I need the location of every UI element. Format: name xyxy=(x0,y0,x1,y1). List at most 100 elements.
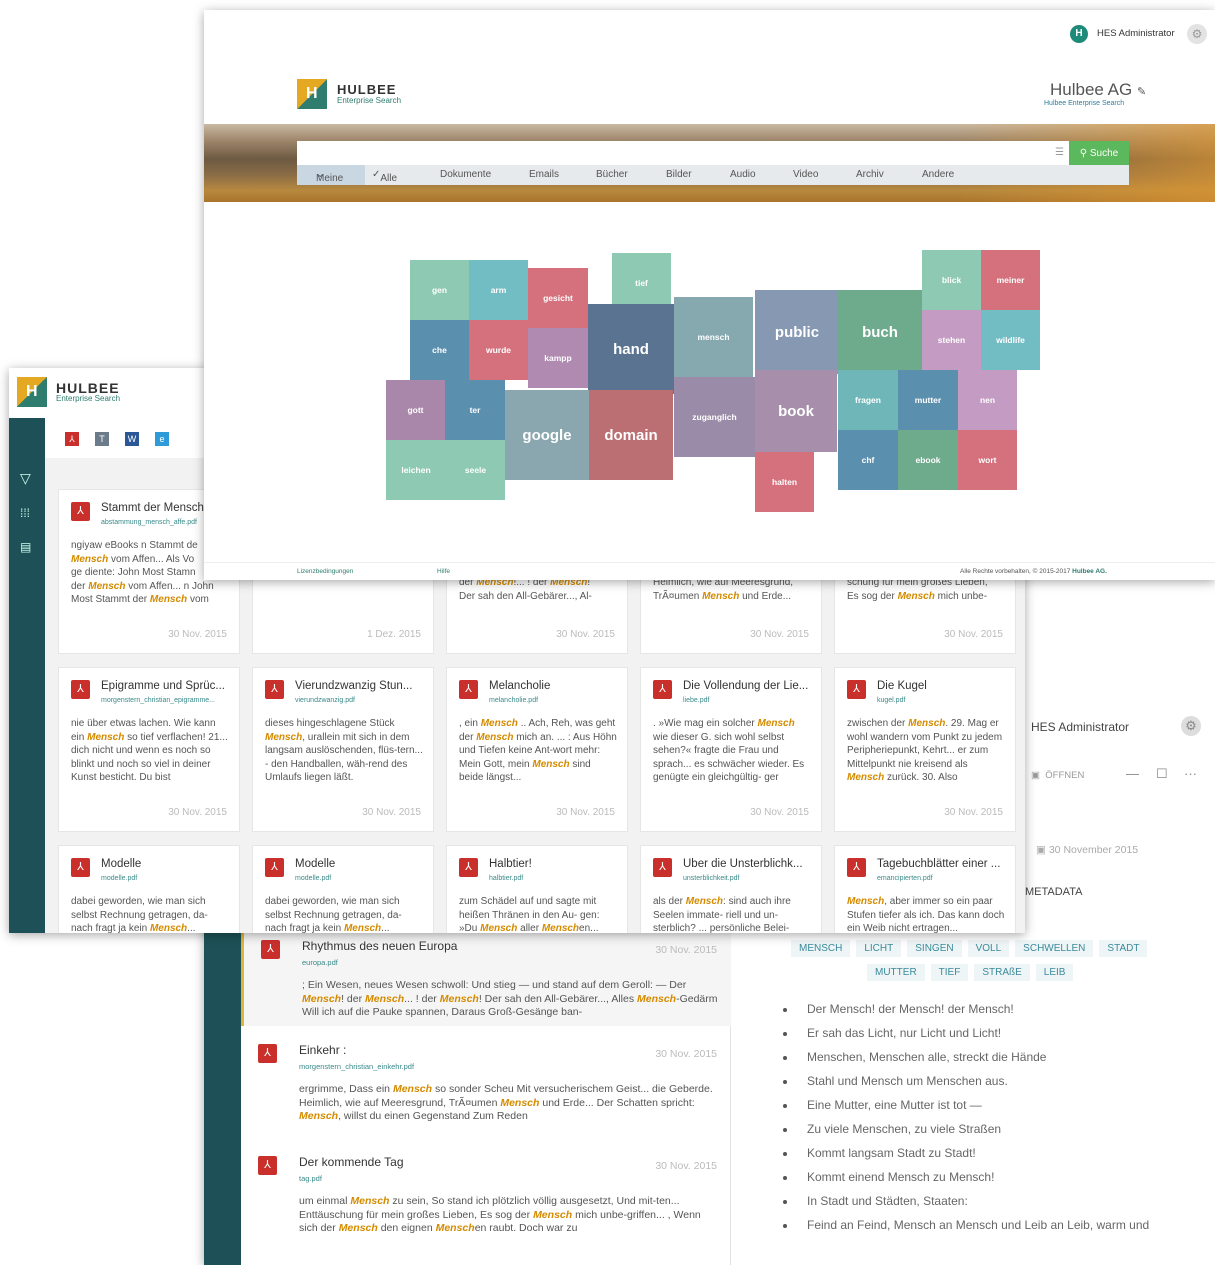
tag-tile[interactable]: wurde xyxy=(469,320,528,380)
user-name[interactable]: HES Administrator xyxy=(1031,720,1129,734)
grid-view-icon[interactable]: ⁞⁞⁞ xyxy=(20,506,30,520)
result-card[interactable]: ⅄ Die Kugel kugel.pdf zwischen der Mensc… xyxy=(834,667,1016,832)
card-file[interactable]: morgenstern_christian_epigramme... xyxy=(101,694,229,708)
list-item[interactable]: ⅄ Der kommende Tag tag.pdf um einmal Men… xyxy=(241,1146,731,1256)
filter-alle[interactable]: ✓ Alle xyxy=(372,169,397,184)
tag-tile[interactable]: che xyxy=(410,320,469,380)
result-card[interactable]: ⅄ Modelle modelle.pdf dabei geworden, wi… xyxy=(58,845,240,933)
tag-tile[interactable]: seele xyxy=(446,440,505,500)
tag-tile[interactable]: domain xyxy=(589,390,673,480)
filter-emails[interactable]: Emails xyxy=(529,169,559,180)
metadata-tag[interactable]: MUTTER xyxy=(867,964,925,981)
more-icon[interactable]: ··· xyxy=(1184,766,1197,781)
filter-video[interactable]: Video xyxy=(793,169,818,180)
list-item[interactable]: ⅄ Rhythmus des neuen Europa europa.pdf ;… xyxy=(241,930,731,1026)
card-date: 30 Nov. 2015 xyxy=(362,806,421,818)
tag-tile[interactable]: mutter xyxy=(898,370,958,430)
tag-tile[interactable]: halten xyxy=(755,452,814,512)
ebook-icon[interactable]: e xyxy=(155,432,169,446)
pdf-icon: ⅄ xyxy=(847,858,866,877)
tag-tile[interactable]: gesicht xyxy=(528,268,588,328)
result-card[interactable]: ⅄ Modelle modelle.pdf dabei geworden, wi… xyxy=(252,845,434,933)
tag-tile[interactable]: wort xyxy=(958,430,1017,490)
help-link[interactable]: Hilfe xyxy=(437,568,450,575)
filter-dokumente[interactable]: Dokumente xyxy=(440,169,491,180)
tag-tile[interactable]: mensch xyxy=(674,297,753,377)
company-name: Hulbee AG ✎ xyxy=(1050,80,1146,100)
metadata-tag[interactable]: LEIB xyxy=(1035,964,1074,981)
settings-icon[interactable]: ☰ xyxy=(1055,147,1064,158)
license-link[interactable]: Lizenzbedingungen xyxy=(297,568,353,575)
filter-bilder[interactable]: Bilder xyxy=(666,169,692,180)
result-card[interactable]: ⅄ Tagebuchblätter einer ... emancipierte… xyxy=(834,845,1016,933)
filter-andere[interactable]: Andere xyxy=(922,169,954,180)
gear-icon[interactable]: ⚙ xyxy=(1187,24,1207,44)
filter-icon[interactable]: ▽ xyxy=(20,470,31,487)
tag-tile[interactable]: chf xyxy=(838,430,898,490)
result-card[interactable]: ⅄ Halbtier! halbtier.pdf zum Schädel auf… xyxy=(446,845,628,933)
metadata-tag[interactable]: SINGEN xyxy=(907,940,962,957)
pdf-icon[interactable]: ⅄ xyxy=(65,432,79,446)
tag-tile[interactable]: hand xyxy=(588,304,674,394)
tag-tile[interactable]: buch xyxy=(838,290,922,374)
tag-tile[interactable]: fragen xyxy=(838,370,898,430)
tag-tile[interactable]: gen xyxy=(410,260,469,320)
tag-tile[interactable]: kampp xyxy=(528,328,588,388)
result-card[interactable]: ⅄ Epigramme und Sprüc... morgenstern_chr… xyxy=(58,667,240,832)
open-button[interactable]: ▣ ÖFFNEN xyxy=(1031,770,1084,781)
result-card[interactable]: ⅄ Vierundzwanzig Stun... vierundzwanzig.… xyxy=(252,667,434,832)
metadata-tag[interactable]: LICHT xyxy=(856,940,902,957)
tag-tile[interactable]: wildlife xyxy=(981,310,1040,370)
tag-tile[interactable]: ter xyxy=(445,380,505,440)
result-card[interactable]: ⅄ Die Vollendung der Lie... liebe.pdf . … xyxy=(640,667,822,832)
tag-tile[interactable]: stehen xyxy=(922,310,981,370)
tag-tile[interactable]: zuganglich xyxy=(674,377,755,457)
tag-tile[interactable]: meiner xyxy=(981,250,1040,310)
list-view-icon[interactable]: ▤ xyxy=(20,540,31,554)
avatar[interactable]: H xyxy=(1070,25,1088,43)
item-file[interactable]: morgenstern_christian_einkehr.pdf xyxy=(299,1060,719,1074)
metadata-tag[interactable]: MENSCH xyxy=(791,940,851,957)
result-card[interactable]: ⅄ Melancholie melancholie.pdf , ein Mens… xyxy=(446,667,628,832)
edit-icon[interactable]: ✎ xyxy=(1137,86,1146,98)
filter-meine[interactable]: Meine ⌄ xyxy=(316,169,343,184)
card-file[interactable]: liebe.pdf xyxy=(683,694,811,708)
gear-icon[interactable]: ⚙ xyxy=(1181,716,1201,736)
filter-buecher[interactable]: Bücher xyxy=(596,169,628,180)
filter-archiv[interactable]: Archiv xyxy=(856,169,884,180)
filter-audio[interactable]: Audio xyxy=(730,169,756,180)
card-file[interactable]: vierundzwanzig.pdf xyxy=(295,694,423,708)
card-file[interactable]: halbtier.pdf xyxy=(489,872,617,886)
card-file[interactable]: modelle.pdf xyxy=(101,872,229,886)
item-file[interactable]: tag.pdf xyxy=(299,1172,719,1186)
word-icon[interactable]: W xyxy=(125,432,139,446)
metadata-tag[interactable]: STRAßE xyxy=(974,964,1030,981)
user-name[interactable]: HES Administrator xyxy=(1097,28,1175,39)
search-button[interactable]: ⚲ Suche xyxy=(1069,141,1129,166)
metadata-tag[interactable]: SCHWELLEN xyxy=(1015,940,1094,957)
tag-tile[interactable]: blick xyxy=(922,250,981,310)
text-icon[interactable]: T xyxy=(95,432,109,446)
tag-tile[interactable]: nen xyxy=(958,370,1017,430)
metadata-tag[interactable]: TIEF xyxy=(930,964,969,981)
metadata-tag[interactable]: VOLL xyxy=(967,940,1010,957)
card-file[interactable]: emancipierten.pdf xyxy=(877,872,1005,886)
tag-tile[interactable]: google xyxy=(505,390,589,480)
tag-tile[interactable]: book xyxy=(755,370,837,452)
tag-tile[interactable]: arm xyxy=(469,260,528,320)
tag-tile[interactable]: leichen xyxy=(386,440,446,500)
list-item[interactable]: ⅄ Einkehr : morgenstern_christian_einkeh… xyxy=(241,1034,731,1144)
tag-tile[interactable]: ebook xyxy=(898,430,958,490)
card-file[interactable]: unsterblichkeit.pdf xyxy=(683,872,811,886)
tag-tile[interactable]: gott xyxy=(386,380,445,440)
result-card[interactable]: ⅄ Über die Unsterblichk... unsterblichke… xyxy=(640,845,822,933)
metadata-tag[interactable]: STADT xyxy=(1099,940,1148,957)
minimize-icon[interactable]: — xyxy=(1126,766,1139,781)
maximize-icon[interactable]: ☐ xyxy=(1156,766,1168,782)
card-file[interactable]: melancholie.pdf xyxy=(489,694,617,708)
card-file[interactable]: kugel.pdf xyxy=(877,694,1005,708)
search-input[interactable]: ☰ ⚲ Suche xyxy=(297,141,1129,166)
tag-tile[interactable]: public xyxy=(755,290,839,374)
card-file[interactable]: modelle.pdf xyxy=(295,872,423,886)
item-file[interactable]: europa.pdf xyxy=(302,956,719,970)
